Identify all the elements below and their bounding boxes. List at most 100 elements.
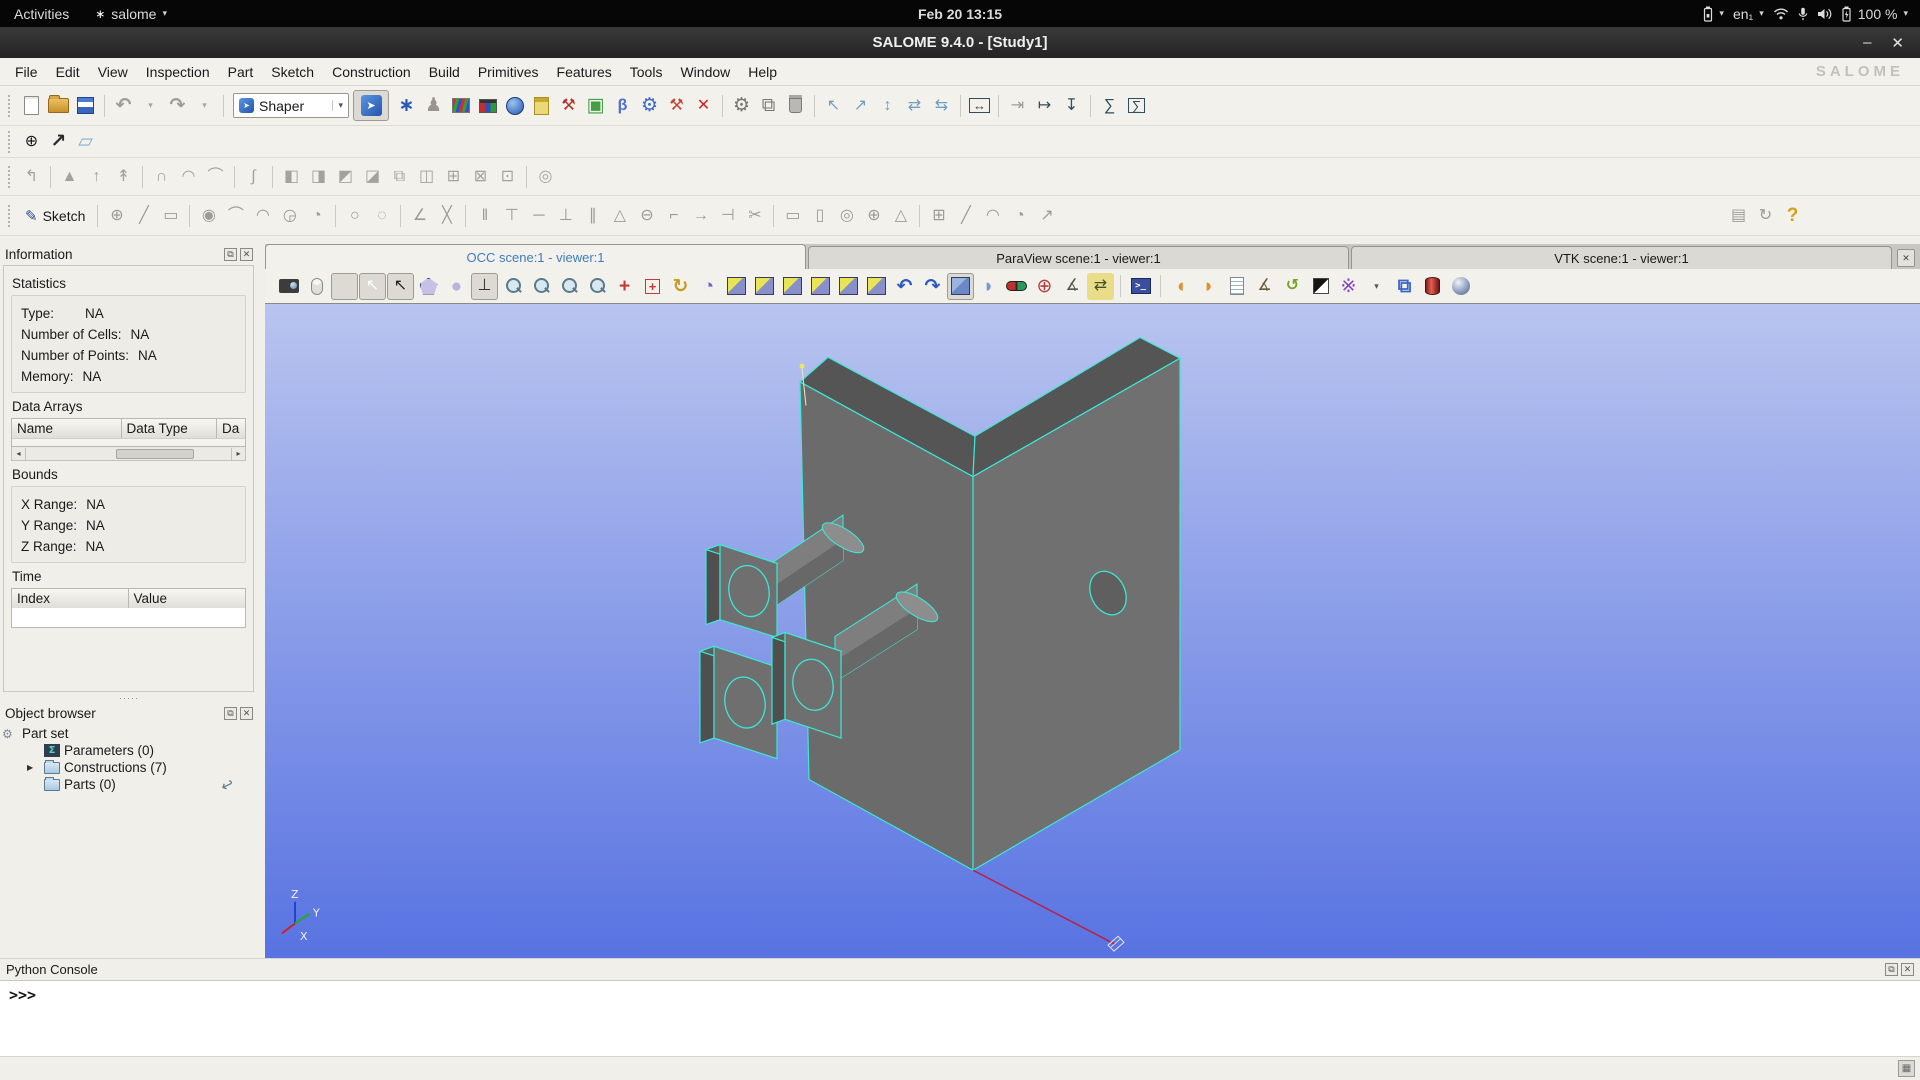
boolean-union-icon[interactable]: ⊞	[440, 163, 467, 191]
sketch-grid-icon[interactable]: ⊞	[925, 202, 952, 230]
registry-module-icon[interactable]	[474, 92, 501, 120]
sketch-circle-sel-icon[interactable]: ◎	[833, 202, 860, 230]
export-icon[interactable]: ↦	[1031, 92, 1058, 120]
toolbar-grip[interactable]	[8, 204, 10, 227]
hammer-red-icon[interactable]: ⚒	[663, 92, 690, 120]
constraint-length-icon[interactable]: ⌐	[660, 202, 687, 230]
duplicate-icon[interactable]: ⧉	[755, 92, 782, 120]
sketch-pie-icon[interactable]: ◔	[1006, 202, 1033, 230]
operation-transform-icon[interactable]: ↖	[820, 92, 847, 120]
tab-vtk-viewer[interactable]: VTK scene:1 - viewer:1	[1351, 246, 1892, 269]
zoom-window-button[interactable]	[527, 273, 554, 300]
sketch-refresh-icon[interactable]: ↻	[1752, 202, 1779, 230]
feature-revolve-fuse-icon[interactable]: ⌒	[202, 163, 229, 191]
sketch-arc-icon[interactable]: ⌒	[222, 202, 249, 230]
auto-rotation-button[interactable]: ↺	[1279, 273, 1306, 300]
minimize-button[interactable]: –	[1863, 34, 1871, 52]
gear-blue-icon[interactable]: ⚙	[636, 92, 663, 120]
clock[interactable]: Feb 20 13:15	[0, 6, 1920, 22]
column-header[interactable]: Name	[12, 419, 122, 438]
menu-item[interactable]: Construction	[323, 64, 420, 80]
sketch-vector-icon[interactable]: ↗	[1033, 202, 1060, 230]
top-view-button[interactable]	[779, 273, 806, 300]
sketch-circle-icon[interactable]: ◉	[195, 202, 222, 230]
boolean-common-icon[interactable]: ◩	[332, 163, 359, 191]
keyboard-indicator-icon[interactable]: ▦	[1898, 1060, 1915, 1077]
polygon-selection-button[interactable]	[415, 273, 442, 300]
preset-views-right-icon[interactable]: ◗	[1195, 273, 1222, 300]
feature-fillet-icon[interactable]: ◎	[532, 163, 559, 191]
save-document-button[interactable]	[72, 92, 99, 120]
boolean-intersect-icon[interactable]: ⊡	[494, 163, 521, 191]
feature-extrude-fuse-icon[interactable]: ↟	[110, 163, 137, 191]
app-menu[interactable]: ∗ salome ▾	[95, 6, 167, 22]
shaper-module-button[interactable]: ➤	[353, 90, 389, 121]
flange-side[interactable]	[771, 631, 786, 726]
preferences-gear-icon[interactable]: ⚙	[728, 92, 755, 120]
bias-icon[interactable]: β	[609, 92, 636, 120]
close-button[interactable]: ✕	[1891, 34, 1904, 52]
boolean-remove-icon[interactable]: ⊠	[467, 163, 494, 191]
redo-button[interactable]: ↷	[164, 92, 191, 120]
snap-center-icon[interactable]: ⊕	[18, 128, 45, 156]
split-red-icon[interactable]: ✕	[690, 92, 717, 120]
scrollbar-track[interactable]	[26, 448, 231, 460]
menu-item[interactable]: Primitives	[469, 64, 548, 80]
boolean-smash-icon[interactable]: ◪	[359, 163, 386, 191]
battery-status-menu[interactable]: ▾	[1703, 6, 1724, 22]
feature-revolve-icon[interactable]: ∩	[148, 163, 175, 191]
flange-front[interactable]	[713, 645, 778, 760]
menu-item[interactable]: Edit	[47, 64, 89, 80]
operation-swap-icon[interactable]: ⇄	[901, 92, 928, 120]
clipping-button[interactable]: ◗	[975, 273, 1002, 300]
menu-item[interactable]: Build	[420, 64, 469, 80]
web-module-icon[interactable]	[501, 92, 528, 120]
constraint-horizontal-icon[interactable]: ─	[525, 202, 552, 230]
tab-occ-viewer[interactable]: OCC scene:1 - viewer:1	[265, 244, 806, 269]
occ-3d-viewport[interactable]: Z Y X	[265, 303, 1920, 958]
module-selector-combobox[interactable]: ➤ Shaper ▾	[233, 93, 349, 118]
undock-panel-icon[interactable]: ⧉	[224, 247, 237, 261]
microphone-icon[interactable]	[1798, 7, 1808, 21]
activities-button[interactable]: Activities	[14, 6, 69, 22]
constraint-vertical-icon[interactable]: ⊥	[552, 202, 579, 230]
scroll-left-arrow[interactable]: ◂	[12, 447, 26, 460]
sketch-rectangle-icon[interactable]: ▭	[157, 202, 184, 230]
operation-move-icon[interactable]: ↗	[847, 92, 874, 120]
feature-recover-icon[interactable]: ↰	[18, 163, 45, 191]
dock-splitter[interactable]: ·····	[0, 692, 258, 703]
paravis-module-icon[interactable]	[447, 92, 474, 120]
select-cursor-blue-button[interactable]: ↖	[359, 272, 386, 300]
3d-scene[interactable]: Z Y X	[265, 304, 1920, 958]
view-undo-button[interactable]: ↶	[891, 273, 918, 300]
change-viewpoint-button[interactable]: ◔	[695, 273, 722, 300]
preset-views-left-icon[interactable]: ◖	[1167, 273, 1194, 300]
constraint-radius-icon[interactable]: ⊖	[633, 202, 660, 230]
undock-panel-icon[interactable]: ⧉	[1885, 963, 1898, 976]
mesh-module-icon[interactable]: ∗	[393, 92, 420, 120]
toolbar-grip[interactable]	[8, 165, 10, 188]
column-header[interactable]: Value	[128, 589, 245, 608]
sketch-arc-tangent-icon[interactable]: ◶	[276, 202, 303, 230]
flange-side[interactable]	[705, 543, 721, 626]
close-panel-icon[interactable]: ✕	[240, 247, 253, 261]
column-header[interactable]: Da	[217, 419, 245, 438]
sculpt-module-icon[interactable]: ♟	[420, 92, 447, 120]
sketch-extra-icon[interactable]: ▤	[1725, 202, 1752, 230]
scene-settings-button[interactable]	[1223, 273, 1250, 300]
operation-scale-icon[interactable]: ↕	[874, 92, 901, 120]
stereo-view-button[interactable]	[1003, 273, 1030, 300]
delete-icon[interactable]	[782, 92, 809, 120]
close-panel-icon[interactable]: ✕	[240, 706, 253, 720]
power-menu[interactable]: 100 % ▾	[1841, 6, 1908, 22]
keyboard-layout-menu[interactable]: en₁ ▾	[1733, 6, 1764, 22]
constraint-tangent-icon[interactable]: →	[687, 202, 714, 230]
right-view-button[interactable]	[863, 273, 890, 300]
show-trihedron-button[interactable]: ⊥	[471, 272, 498, 300]
menu-item[interactable]: Tools	[621, 64, 672, 80]
redo-history-dropdown[interactable]: ▾	[191, 92, 218, 120]
flange-side[interactable]	[699, 645, 715, 744]
sum-table-icon[interactable]: ∑	[1123, 92, 1150, 120]
wifi-icon[interactable]	[1773, 7, 1789, 20]
menu-item[interactable]: Features	[548, 64, 621, 80]
